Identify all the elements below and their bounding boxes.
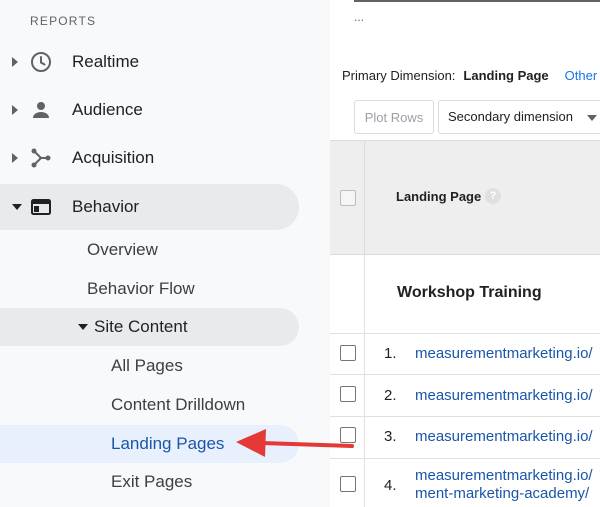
sidebar-item-label: Realtime [72, 52, 140, 71]
sidebar-item-label: Site Content [94, 317, 188, 336]
table-row: 2. measurementmarketing.io/ [330, 375, 600, 417]
table-header: Landing Page ? [330, 140, 600, 255]
table-group-row: Workshop Training [330, 254, 600, 334]
sidebar-item-label: Behavior Flow [87, 279, 195, 298]
table-row: 4. measurementmarketing.io/ ment-marketi… [330, 459, 600, 507]
sidebar-item-label: Behavior [72, 197, 140, 216]
sidebar-item-behavior-flow[interactable]: Behavior Flow [0, 270, 330, 308]
row-number: 2. [384, 387, 397, 404]
secondary-dimension-label: Secondary dimension [448, 109, 574, 124]
table-row: 1. measurementmarketing.io/ [330, 334, 600, 375]
landing-page-link[interactable]: measurementmarketing.io/ [415, 428, 593, 446]
sidebar-item-exit-pages[interactable]: Exit Pages [0, 463, 330, 501]
landing-page-link-continued[interactable]: ment-marketing-academy/ [415, 485, 589, 503]
select-all-checkbox[interactable] [340, 190, 356, 206]
sidebar-item-landing-pages[interactable]: Landing Pages [0, 425, 330, 463]
collapse-caret-icon[interactable] [78, 324, 88, 330]
sidebar-item-label: Audience [72, 100, 143, 119]
sidebar-item-label: Content Drilldown [111, 395, 246, 414]
chart-ellipsis: ... [354, 10, 365, 24]
primary-dimension-landing-page[interactable]: Landing Page [463, 68, 548, 83]
chevron-down-icon [587, 115, 597, 121]
sidebar-item-site-content[interactable]: Site Content [0, 308, 330, 346]
row-number: 3. [384, 428, 397, 445]
column-divider [364, 459, 365, 507]
primary-dimension-other-link[interactable]: Other [565, 68, 598, 83]
column-header-landing-page[interactable]: Landing Page [396, 189, 481, 204]
report-main-panel: ... Primary Dimension: Landing Page Other … [330, 0, 600, 507]
sidebar-item-label: All Pages [111, 356, 183, 375]
sidebar-item-label: Landing Pages [111, 434, 225, 453]
reports-sidebar: REPORTS Realtime Audience Acquisition Be… [0, 0, 330, 507]
landing-page-link[interactable]: measurementmarketing.io/ [415, 387, 593, 405]
row-checkbox[interactable] [340, 476, 356, 492]
chart-baseline [354, 0, 600, 2]
reports-section-label: REPORTS [30, 14, 97, 28]
behavior-window-icon [31, 199, 51, 215]
sidebar-item-all-pages[interactable]: All Pages [0, 347, 330, 385]
plot-rows-button[interactable]: Plot Rows [354, 100, 434, 134]
column-divider [364, 375, 365, 416]
row-checkbox[interactable] [340, 386, 356, 402]
expand-arrow-icon[interactable] [12, 105, 18, 115]
row-number: 1. [384, 345, 397, 362]
acquisition-icon [31, 148, 51, 168]
landing-page-link[interactable]: measurementmarketing.io/ [415, 467, 593, 485]
sidebar-item-behavior[interactable]: Behavior [0, 184, 330, 230]
primary-dimension-label: Primary Dimension: [342, 68, 456, 83]
collapse-arrow-icon[interactable] [12, 204, 22, 210]
help-icon[interactable]: ? [485, 188, 501, 204]
sidebar-item-content-drilldown[interactable]: Content Drilldown [0, 386, 330, 424]
expand-arrow-icon[interactable] [12, 153, 18, 163]
column-divider [364, 141, 365, 254]
sidebar-item-label: Overview [87, 240, 158, 259]
landing-page-link[interactable]: measurementmarketing.io/ [415, 345, 593, 363]
group-title: Workshop Training [397, 284, 542, 301]
sidebar-item-acquisition[interactable]: Acquisition [0, 135, 330, 181]
sidebar-item-overview[interactable]: Overview [0, 231, 330, 269]
sidebar-item-realtime[interactable]: Realtime [0, 39, 330, 85]
column-divider [364, 254, 365, 333]
row-checkbox[interactable] [340, 345, 356, 361]
column-divider [364, 334, 365, 374]
sidebar-item-label: Acquisition [72, 148, 155, 167]
sidebar-item-label: Exit Pages [111, 472, 193, 491]
person-icon [33, 102, 49, 118]
column-divider [364, 417, 365, 458]
primary-dimension-bar: Primary Dimension: Landing Page Other [342, 68, 597, 83]
clock-icon [31, 52, 51, 72]
table-row: 3. measurementmarketing.io/ [330, 417, 600, 459]
expand-arrow-icon[interactable] [12, 57, 18, 67]
secondary-dimension-dropdown[interactable]: Secondary dimension [438, 100, 600, 134]
sidebar-item-audience[interactable]: Audience [0, 87, 330, 133]
row-number: 4. [384, 477, 397, 494]
row-checkbox[interactable] [340, 427, 356, 443]
